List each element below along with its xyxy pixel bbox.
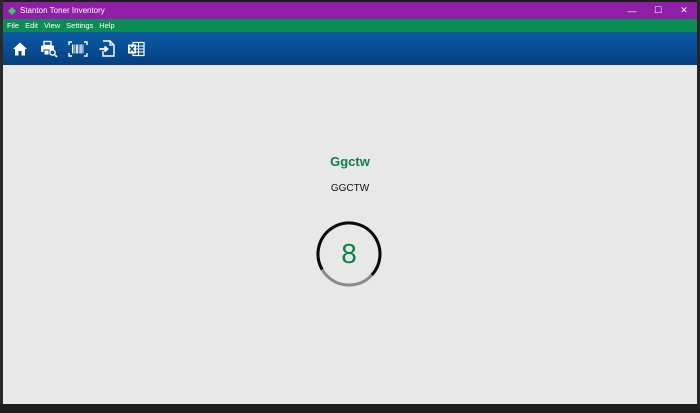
stock-count-value: 8	[341, 238, 357, 269]
excel-export-icon	[128, 41, 145, 56]
menu-view[interactable]: View	[41, 21, 63, 30]
item-title: Ggctw	[330, 154, 370, 169]
barcode-scan-icon	[68, 40, 88, 57]
menu-file[interactable]: File	[3, 21, 22, 30]
home-button[interactable]	[9, 38, 31, 60]
barcode-scan-button[interactable]	[67, 38, 89, 60]
excel-export-button[interactable]	[125, 38, 147, 60]
home-icon	[13, 42, 27, 55]
minimize-button[interactable]: —	[619, 2, 645, 19]
main-content: Ggctw GGCTW 8	[3, 65, 697, 404]
stock-count-indicator: 8	[315, 220, 383, 288]
menu-settings[interactable]: Settings	[63, 21, 96, 30]
window-title: Stanton Toner Inventory	[20, 6, 105, 15]
maximize-button[interactable]: ☐	[645, 2, 671, 19]
app-window: Stanton Toner Inventory — ☐ ✕ File Edit …	[3, 2, 697, 404]
title-bar[interactable]: Stanton Toner Inventory — ☐ ✕	[3, 2, 697, 19]
maximize-icon: ☐	[653, 5, 663, 15]
menu-edit[interactable]: Edit	[22, 21, 41, 30]
import-file-icon	[99, 40, 115, 57]
minimize-icon: —	[627, 5, 637, 16]
search-printer-button[interactable]	[38, 38, 60, 60]
menu-help[interactable]: Help	[96, 21, 117, 30]
window-controls: — ☐ ✕	[619, 2, 697, 19]
printer-search-icon	[41, 40, 58, 58]
close-icon: ✕	[680, 5, 688, 15]
close-button[interactable]: ✕	[671, 2, 697, 19]
item-code: GGCTW	[330, 183, 370, 194]
toolbar	[3, 32, 697, 65]
menu-bar: File Edit View Settings Help	[3, 19, 697, 32]
app-logo-icon	[8, 6, 16, 15]
import-button[interactable]	[96, 38, 118, 60]
background-app-bottom-edge	[0, 404, 700, 413]
